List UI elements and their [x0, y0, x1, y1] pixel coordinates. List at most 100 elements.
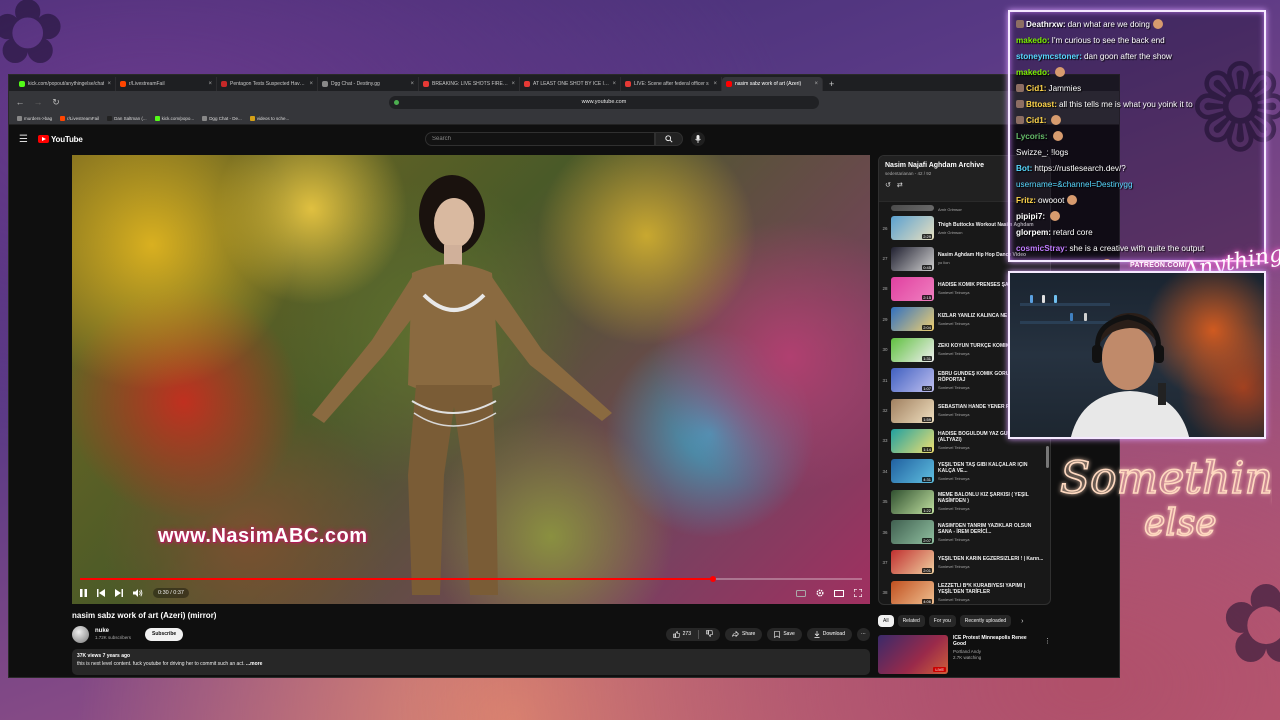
subscribe-button[interactable]: Subscribe — [145, 627, 184, 641]
bookmark-item[interactable]: Dgg Chat - De... — [202, 116, 242, 121]
close-icon[interactable]: × — [814, 81, 818, 87]
browser-tab[interactable]: AT LEAST ONE SHOT BY ICE IN M × — [520, 77, 621, 91]
playlist-item[interactable]: 34 4:31 YEŞİL'DEN TAŞ GİBİ KALÇALAR İÇİN… — [879, 456, 1050, 486]
fullscreen-button[interactable] — [854, 589, 862, 597]
share-button[interactable]: Share — [725, 627, 763, 641]
video-player[interactable]: www.NasimABC.com 0:30 / 0:37 — [72, 155, 870, 604]
browser-tab[interactable]: Dgg Chat - Destiny.gg × — [318, 77, 419, 91]
pause-button[interactable] — [80, 589, 87, 597]
subscriber-count: 1.72K subscribers — [95, 635, 132, 640]
playlist-item-thumbnail[interactable] — [891, 205, 934, 211]
playlist-item-thumbnail[interactable]: 1:59 — [891, 398, 934, 423]
bookmark-item[interactable]: Dan Saltman (... — [107, 116, 147, 121]
forward-button[interactable]: → — [33, 97, 43, 107]
chat-username[interactable]: Cid1: — [1026, 116, 1046, 125]
bookmark-item[interactable]: r/LivestreamFail — [60, 116, 99, 121]
captions-button[interactable] — [796, 589, 806, 597]
recommended-title[interactable]: ICE Protest Minneapolis Renee Good — [953, 635, 1041, 647]
playlist-item-thumbnail[interactable]: 2:07 — [891, 520, 934, 545]
settings-button[interactable] — [816, 589, 824, 597]
save-button[interactable]: Save — [767, 627, 802, 641]
chat-username[interactable]: makedo: — [1016, 68, 1050, 77]
chat-username[interactable]: pipipi7: — [1016, 212, 1045, 221]
loop-button[interactable]: ↺ — [885, 181, 891, 189]
playlist-item-thumbnail[interactable]: 4:31 — [891, 459, 934, 484]
playlist-item-thumbnail[interactable]: 2:01 — [891, 550, 934, 575]
playlist-item-thumbnail[interactable]: 1:07 — [891, 368, 934, 393]
chat-username[interactable]: Bttoast: — [1026, 100, 1057, 109]
chat-username[interactable]: glorpem: — [1016, 228, 1051, 237]
previous-button[interactable] — [97, 589, 105, 597]
chat-username[interactable]: Fritz: — [1016, 196, 1036, 205]
playlist-item[interactable]: 38 4:06 LEZZETLİ B*K KURABİYESİ YAPIMI |… — [879, 578, 1050, 604]
chevron-right-icon[interactable]: › — [1021, 618, 1023, 625]
browser-tab[interactable]: r/LivestreamFail × — [116, 77, 217, 91]
browser-tab[interactable]: nasim sabz work of art (Azeri) × — [722, 77, 823, 91]
playlist-item-thumbnail[interactable]: 2:29 — [891, 216, 934, 241]
search-input[interactable] — [425, 132, 655, 146]
channel-name[interactable]: nuke — [95, 628, 131, 634]
volume-button[interactable] — [133, 589, 143, 597]
chat-username[interactable]: Cid1: — [1026, 84, 1046, 93]
bookmark-item[interactable]: videos to sche... — [249, 116, 289, 121]
close-icon[interactable]: × — [511, 81, 515, 87]
progress-bar[interactable] — [80, 576, 862, 582]
theater-mode-button[interactable] — [834, 589, 844, 597]
show-more-link[interactable]: ...more — [246, 661, 262, 667]
chat-username[interactable]: stoneymcstoner: — [1016, 52, 1082, 61]
download-button[interactable]: Download — [806, 627, 852, 641]
recommended-thumbnail[interactable]: LIVE — [878, 635, 948, 674]
chat-username[interactable]: TheSilverFlameKing: — [1016, 260, 1097, 262]
playlist-item-thumbnail[interactable]: 1:14 — [891, 428, 934, 453]
back-button[interactable]: ← — [15, 97, 25, 107]
address-bar[interactable]: www.youtube.com — [389, 95, 819, 109]
chat-username[interactable]: makedo: — [1016, 36, 1050, 45]
playlist-item-thumbnail[interactable]: 1:22 — [891, 489, 934, 514]
close-icon[interactable]: × — [410, 81, 414, 87]
filter-chip[interactable]: Recently uploaded — [959, 615, 1012, 627]
browser-tab[interactable]: kick.com/popout/anythingelse/chat × — [15, 77, 116, 91]
chat-username[interactable]: Bot: — [1016, 164, 1032, 173]
new-tab-button[interactable]: + — [823, 77, 840, 91]
recommended-video[interactable]: LIVE ICE Protest Minneapolis Renee Good … — [878, 635, 1051, 675]
search-button[interactable] — [655, 132, 683, 146]
playlist-item[interactable]: 36 2:07 NASİM'DEN TANRIM YAZIKLAR OLSUN … — [879, 517, 1050, 547]
reload-button[interactable]: ↻ — [51, 97, 61, 108]
playlist-item-thumbnail[interactable]: 4:06 — [891, 580, 934, 604]
playlist-scrollbar[interactable] — [1046, 446, 1049, 468]
tab-favicon-icon — [221, 81, 227, 87]
more-icon[interactable]: ⋮ — [1044, 637, 1051, 645]
playlist-item-thumbnail[interactable]: 2:15 — [891, 276, 934, 301]
filter-chip[interactable]: All — [878, 615, 894, 627]
shuffle-button[interactable]: ⇄ — [897, 181, 903, 189]
browser-tab[interactable]: LIVE: Scene after federal officer s × — [621, 77, 722, 91]
filter-chip[interactable]: For you — [928, 615, 956, 627]
voice-search-button[interactable] — [691, 132, 705, 146]
close-icon[interactable]: × — [713, 81, 717, 87]
browser-tab[interactable]: Pentagon Tests Suspected Havana × — [217, 77, 318, 91]
channel-avatar[interactable] — [72, 625, 89, 643]
like-button[interactable]: 273 — [672, 630, 691, 638]
close-icon[interactable]: × — [612, 81, 616, 87]
browser-tab[interactable]: BREAKING: LIVE SHOTS FIRED AN × — [419, 77, 520, 91]
bookmark-item[interactable]: murders->bag — [17, 116, 52, 121]
chat-username[interactable]: Deathrxw: — [1026, 20, 1066, 29]
bookmark-item[interactable]: kick.com/popo... — [154, 116, 194, 121]
close-icon[interactable]: × — [107, 81, 111, 87]
playlist-item-thumbnail[interactable]: 0:45 — [891, 246, 934, 271]
close-icon[interactable]: × — [309, 81, 313, 87]
filter-chip[interactable]: Related — [897, 615, 925, 627]
playlist-item-thumbnail[interactable]: 2:04 — [891, 307, 934, 332]
youtube-logo[interactable]: YouTube — [37, 135, 83, 144]
chat-username[interactable]: cosmicStray: — [1016, 244, 1067, 253]
playlist-item-thumbnail[interactable]: 1:31 — [891, 337, 934, 362]
description-box[interactable]: 37K views 7 years ago this is next level… — [72, 649, 870, 675]
playlist-item[interactable]: 35 1:22 MEME BALONLU KIZ ŞARKISI ( YEŞİL… — [879, 487, 1050, 517]
chat-username[interactable]: Lycoris: — [1016, 132, 1048, 141]
close-icon[interactable]: × — [208, 81, 212, 87]
next-button[interactable] — [115, 589, 123, 597]
dislike-button[interactable] — [706, 629, 713, 639]
more-actions-button[interactable]: ⋯ — [857, 627, 870, 641]
hamburger-menu-icon[interactable]: ☰ — [19, 134, 28, 145]
playlist-item[interactable]: 37 2:01 YEŞİL'DEN KARIN EGZERSİZLERİ ! |… — [879, 547, 1050, 577]
